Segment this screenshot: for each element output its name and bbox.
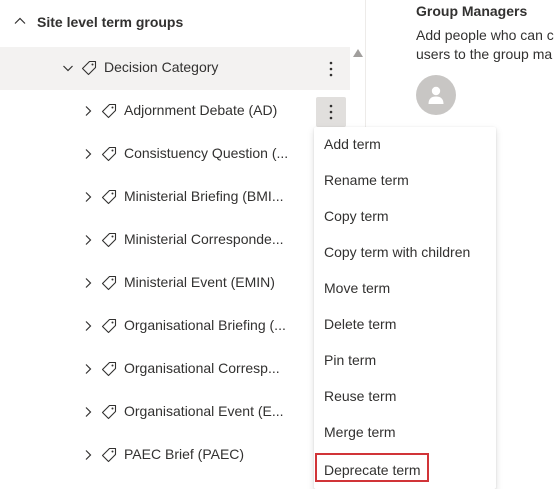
more-options-button[interactable] [316,54,346,84]
menu-item-label: Delete term [324,316,397,332]
term-label: Ministerial Event (EMIN) [124,274,275,290]
tag-icon [101,146,117,162]
chevron-up-icon[interactable] [13,14,27,28]
term-row[interactable]: Ministerial Corresponde... [0,219,350,262]
taxonomy-tree: Site level term groups Decision Category… [0,0,366,488]
description-line: users to the group ma [416,46,553,62]
add-manager-avatar[interactable] [416,75,456,115]
term-group-label: Site level term groups [37,14,184,30]
term-context-menu: Add term Rename term Copy term Copy term… [314,127,496,489]
menu-item-label: Rename term [324,172,409,188]
term-row[interactable]: PAEC Brief (PAEC) [0,434,350,477]
menu-item-merge-term[interactable]: Merge term [314,415,496,451]
tag-icon [101,361,117,377]
tag-icon [101,103,117,119]
menu-item-label: Reuse term [324,388,397,404]
term-label: Organisational Briefing (... [124,317,286,333]
description-line: Add people who can c [416,27,554,43]
menu-item-label: Copy term [324,208,389,224]
term-row[interactable]: Ministerial Event (EMIN) [0,262,350,305]
tag-icon [101,275,117,291]
chevron-right-icon[interactable] [82,320,94,332]
menu-item-delete-term[interactable]: Delete term [314,307,496,343]
menu-item-label: Deprecate term [324,462,421,478]
menu-item-label: Merge term [324,424,396,440]
term-label: Ministerial Corresponde... [124,231,284,247]
tag-icon [101,318,117,334]
term-row[interactable]: Organisational Briefing (... [0,305,350,348]
group-managers-title: Group Managers [416,3,528,19]
term-group-header[interactable]: Site level term groups [0,0,350,46]
term-row[interactable]: Organisational Corresp... [0,348,350,391]
more-vertical-icon [329,61,333,77]
menu-item-copy-term-with-children[interactable]: Copy term with children [314,235,496,271]
chevron-right-icon[interactable] [82,191,94,203]
menu-item-label: Add term [324,136,381,152]
group-managers-description: Add people who can c users to the group … [416,26,554,64]
chevron-right-icon[interactable] [82,449,94,461]
term-label: Organisational Corresp... [124,360,280,376]
tag-icon [101,447,117,463]
chevron-right-icon[interactable] [82,105,94,117]
term-label: Ministerial Briefing (BMI... [124,188,284,204]
term-label: Organisational Event (E... [124,403,284,419]
term-row[interactable]: Consistuency Question (... [0,133,350,176]
term-set-row[interactable]: Decision Category [0,47,350,90]
menu-item-label: Move term [324,280,391,296]
menu-item-pin-term[interactable]: Pin term [314,343,496,379]
more-options-button[interactable] [316,97,346,127]
menu-item-reuse-term[interactable]: Reuse term [314,379,496,415]
tag-icon [101,232,117,248]
term-row[interactable]: Organisational Event (E... [0,391,350,434]
chevron-down-icon[interactable] [62,62,74,74]
term-label: Consistuency Question (... [124,145,289,161]
term-label: Adjornment Debate (AD) [124,102,278,118]
menu-item-label: Copy term with children [324,244,471,260]
person-icon [428,86,444,104]
menu-item-label: Pin term [324,352,377,368]
more-vertical-icon [329,104,333,120]
chevron-right-icon[interactable] [82,277,94,289]
term-row[interactable]: Ministerial Briefing (BMI... [0,176,350,219]
tag-icon [101,189,117,205]
chevron-right-icon[interactable] [82,148,94,160]
scroll-up-arrow-icon[interactable] [352,48,364,58]
chevron-right-icon[interactable] [82,406,94,418]
menu-item-add-term[interactable]: Add term [314,127,496,163]
chevron-right-icon[interactable] [82,363,94,375]
menu-item-copy-term[interactable]: Copy term [314,199,496,235]
menu-item-rename-term[interactable]: Rename term [314,163,496,199]
term-row[interactable]: Adjornment Debate (AD) [0,90,350,133]
term-set-label: Decision Category [104,59,219,75]
term-label: PAEC Brief (PAEC) [124,446,245,462]
menu-item-move-term[interactable]: Move term [314,271,496,307]
tag-icon [81,60,97,76]
chevron-right-icon[interactable] [82,234,94,246]
tag-icon [101,404,117,420]
menu-item-deprecate-term[interactable]: Deprecate term [314,453,496,489]
